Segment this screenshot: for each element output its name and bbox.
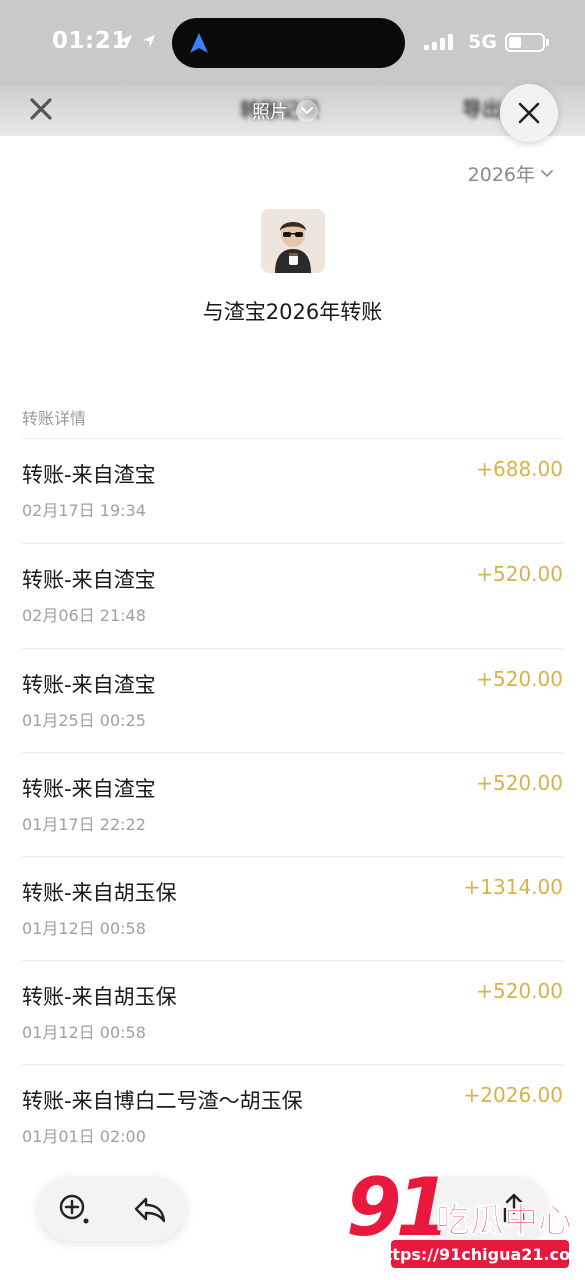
transaction-amount: +688.00	[476, 457, 563, 481]
watermark-logo-number: 91	[346, 1161, 451, 1254]
transaction-row[interactable]: 转账-来自渣宝 02月17日 19:34 +688.00	[0, 439, 585, 543]
transaction-amount: +520.00	[476, 771, 563, 795]
status-bar: 01:21 5G	[0, 0, 585, 86]
watermark-url: https://91chigua21.com	[373, 1240, 585, 1268]
viewer-close-button[interactable]	[500, 84, 558, 142]
watermark-logo-name: 吃瓜中心	[436, 1201, 573, 1241]
transaction-title: 转账-来自胡玉保	[22, 881, 177, 905]
navigation-icon	[190, 33, 208, 53]
location-arrow-icon	[142, 34, 156, 48]
avatar-image	[261, 209, 325, 273]
photo-chip-label: 照片	[252, 102, 288, 123]
location-arrow-icon	[118, 35, 132, 49]
transaction-amount: +520.00	[476, 979, 563, 1003]
transaction-amount: +1314.00	[463, 875, 563, 899]
year-filter[interactable]: 2026年	[468, 160, 553, 187]
avatar	[261, 209, 325, 273]
transaction-amount: +2026.00	[463, 1083, 563, 1107]
export-button[interactable]: 导出	[462, 93, 502, 122]
transaction-time: 02月06日 21:48	[22, 606, 146, 625]
transaction-title: 转账-来自渣宝	[22, 568, 156, 592]
transaction-time: 02月17日 19:34	[22, 501, 146, 520]
transaction-time: 01月12日 00:58	[22, 1023, 146, 1042]
transaction-title: 转账-来自博白二号渣～胡玉保	[22, 1089, 303, 1113]
battery-tip	[546, 39, 549, 46]
transaction-amount: +520.00	[476, 562, 563, 586]
chevron-down-icon	[541, 169, 553, 177]
transaction-row[interactable]: 转账-来自渣宝 01月25日 00:25 +520.00	[0, 649, 585, 753]
nav-bar: 转账记录 导出 照片	[0, 86, 585, 136]
photo-source-chip[interactable]: 照片	[252, 98, 318, 124]
network-type: 5G	[468, 31, 497, 53]
reply-icon[interactable]	[132, 1191, 168, 1227]
section-label: 转账详情	[22, 409, 87, 428]
transaction-row[interactable]: 转账-来自胡玉保 01月12日 00:58 +1314.00	[0, 857, 585, 961]
transaction-title: 转账-来自渣宝	[22, 673, 156, 697]
transaction-title: 转账-来自胡玉保	[22, 985, 177, 1009]
transaction-amount: +520.00	[476, 667, 563, 691]
transaction-row[interactable]: 转账-来自博白二号渣～胡玉保 01月01日 02:00 +2026.00	[0, 1065, 585, 1169]
photo-toolbar	[38, 1177, 186, 1241]
transaction-time: 01月25日 00:25	[22, 711, 146, 730]
year-filter-label: 2026年	[467, 164, 535, 186]
dynamic-island	[172, 18, 405, 68]
battery-icon	[505, 33, 545, 52]
transaction-title: 转账-来自渣宝	[22, 463, 156, 487]
signal-icon	[424, 34, 464, 50]
transaction-row[interactable]: 转账-来自胡玉保 01月12日 00:58 +520.00	[0, 961, 585, 1065]
chevron-down-icon	[296, 100, 318, 122]
close-icon[interactable]	[24, 92, 58, 126]
transaction-time: 01月17日 22:22	[22, 815, 146, 834]
transaction-row[interactable]: 转账-来自渣宝 01月17日 22:22 +520.00	[0, 753, 585, 857]
transaction-time: 01月12日 00:58	[22, 919, 146, 938]
transaction-time: 01月01日 02:00	[22, 1127, 146, 1146]
transaction-row[interactable]: 转账-来自渣宝 02月06日 21:48 +520.00	[0, 544, 585, 648]
close-icon	[518, 102, 540, 124]
summary-title: 与渣宝2026年转账	[202, 300, 383, 324]
zoom-in-icon[interactable]	[56, 1191, 92, 1227]
transaction-title: 转账-来自渣宝	[22, 777, 156, 801]
